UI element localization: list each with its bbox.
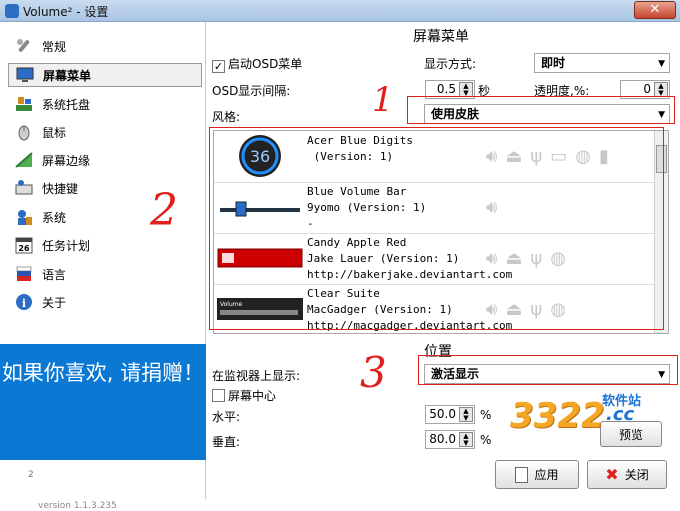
close-icon: ✖	[605, 465, 619, 484]
vertical-spinner[interactable]: 80.0 ▲ ▼	[425, 430, 475, 449]
sidebar-item-label: 屏幕边缘	[42, 153, 91, 168]
calendar-icon: 26	[14, 235, 34, 255]
site-watermark: 3322 .cc 软件站	[510, 390, 660, 438]
app-icon	[5, 4, 19, 18]
title-bar: Volume² - 设置 ✕	[0, 0, 680, 22]
sidebar-item-mouse[interactable]: 鼠标	[8, 120, 202, 144]
donate-banner[interactable]: 如果你喜欢, 请捐赠！	[0, 344, 206, 460]
spinner-arrows-icon[interactable]: ▲ ▼	[459, 407, 473, 422]
calendar-day: 26	[18, 244, 30, 253]
system-icon	[14, 207, 34, 227]
app-logo: 2	[28, 470, 34, 480]
horizontal-value: 50.0	[429, 407, 456, 421]
screen-center-checkbox[interactable]: 屏幕中心	[212, 387, 276, 404]
annotation-number: 2	[150, 185, 178, 236]
spinner-arrows-icon[interactable]: ▲ ▼	[459, 432, 473, 447]
annotation-number: 3	[360, 348, 387, 397]
percent-unit: %	[480, 433, 492, 447]
edge-icon	[14, 150, 34, 170]
keyboard-icon	[14, 178, 34, 198]
screen-center-label: 屏幕中心	[228, 389, 277, 403]
window-title: Volume² - 设置	[23, 5, 109, 19]
sidebar-item-osd[interactable]: 屏幕菜单	[8, 63, 202, 87]
document-icon	[515, 466, 529, 483]
vertical-value: 80.0	[429, 432, 456, 446]
watermark-site-name: 软件站	[602, 394, 642, 409]
osd-interval-value: 0.5	[436, 82, 456, 96]
chevron-down-icon: ▼	[658, 59, 665, 69]
apply-label: 应用	[534, 468, 559, 482]
version-label: version 1.1.3.235	[38, 501, 117, 511]
annotation-box	[209, 127, 664, 330]
sidebar-item-label: 系统托盘	[42, 97, 91, 112]
osd-interval-label: OSD显示间隔:	[212, 84, 291, 98]
sidebar-item-label: 常规	[42, 39, 67, 54]
opacity-value: 0	[643, 82, 651, 96]
apply-button[interactable]: 应用	[495, 460, 579, 489]
sidebar-item-label: 关于	[42, 295, 67, 310]
info-icon: i	[14, 292, 34, 312]
sidebar-item-label: 屏幕菜单	[43, 68, 92, 83]
wrench-icon	[14, 36, 34, 56]
flag-icon	[14, 264, 34, 284]
sidebar-item-edges[interactable]: 屏幕边缘	[8, 148, 202, 172]
svg-text:i: i	[22, 297, 26, 310]
display-mode-value: 即时	[541, 56, 566, 70]
mouse-icon	[14, 122, 34, 142]
vertical-label: 垂直:	[212, 435, 241, 449]
annotation-number: 1	[372, 80, 394, 120]
window-close-button[interactable]: ✕	[634, 1, 676, 19]
close-label: 关闭	[624, 468, 649, 482]
sidebar-item-about[interactable]: i 关于	[8, 290, 202, 314]
display-mode-label: 显示方式:	[424, 57, 477, 71]
checkbox-box[interactable]	[212, 389, 225, 402]
sidebar-item-label: 鼠标	[42, 125, 67, 140]
monitor-icon	[15, 65, 35, 85]
annotation-box	[407, 96, 675, 124]
percent-unit: %	[480, 408, 492, 422]
sidebar: 常规 屏幕菜单 系统托盘 鼠标 屏幕边缘 快捷键 系统 26 任务计划 语言 i…	[0, 22, 206, 511]
spinner-arrows-icon[interactable]: ▲ ▼	[459, 82, 473, 97]
sidebar-item-label: 语言	[42, 267, 67, 282]
panel-title: 屏幕菜单	[413, 29, 469, 45]
annotation-box	[418, 355, 678, 385]
sidebar-item-label: 任务计划	[42, 238, 91, 253]
enable-osd-checkbox[interactable]: ✓ 启动OSD菜单	[212, 55, 302, 73]
close-button[interactable]: ✖ 关闭	[587, 460, 667, 489]
display-mode-select[interactable]: 即时 ▼	[534, 53, 670, 73]
sidebar-item-scheduler[interactable]: 26 任务计划	[8, 233, 202, 257]
horizontal-spinner[interactable]: 50.0 ▲ ▼	[425, 405, 475, 424]
sidebar-item-language[interactable]: 语言	[8, 262, 202, 286]
watermark-digits: 3322	[510, 396, 605, 436]
horizontal-label: 水平:	[212, 410, 241, 424]
tray-icon	[14, 94, 34, 114]
sidebar-item-tray[interactable]: 系统托盘	[8, 92, 202, 116]
enable-osd-label: 启动OSD菜单	[228, 57, 303, 71]
spinner-arrows-icon[interactable]: ▲ ▼	[654, 82, 668, 97]
sidebar-item-general[interactable]: 常规	[8, 34, 202, 58]
style-label: 风格:	[212, 110, 241, 124]
sidebar-item-label: 系统	[42, 210, 67, 225]
sidebar-item-label: 快捷键	[42, 181, 79, 196]
monitor-label: 在监视器上显示:	[212, 369, 301, 383]
checkbox-box[interactable]: ✓	[212, 60, 225, 73]
